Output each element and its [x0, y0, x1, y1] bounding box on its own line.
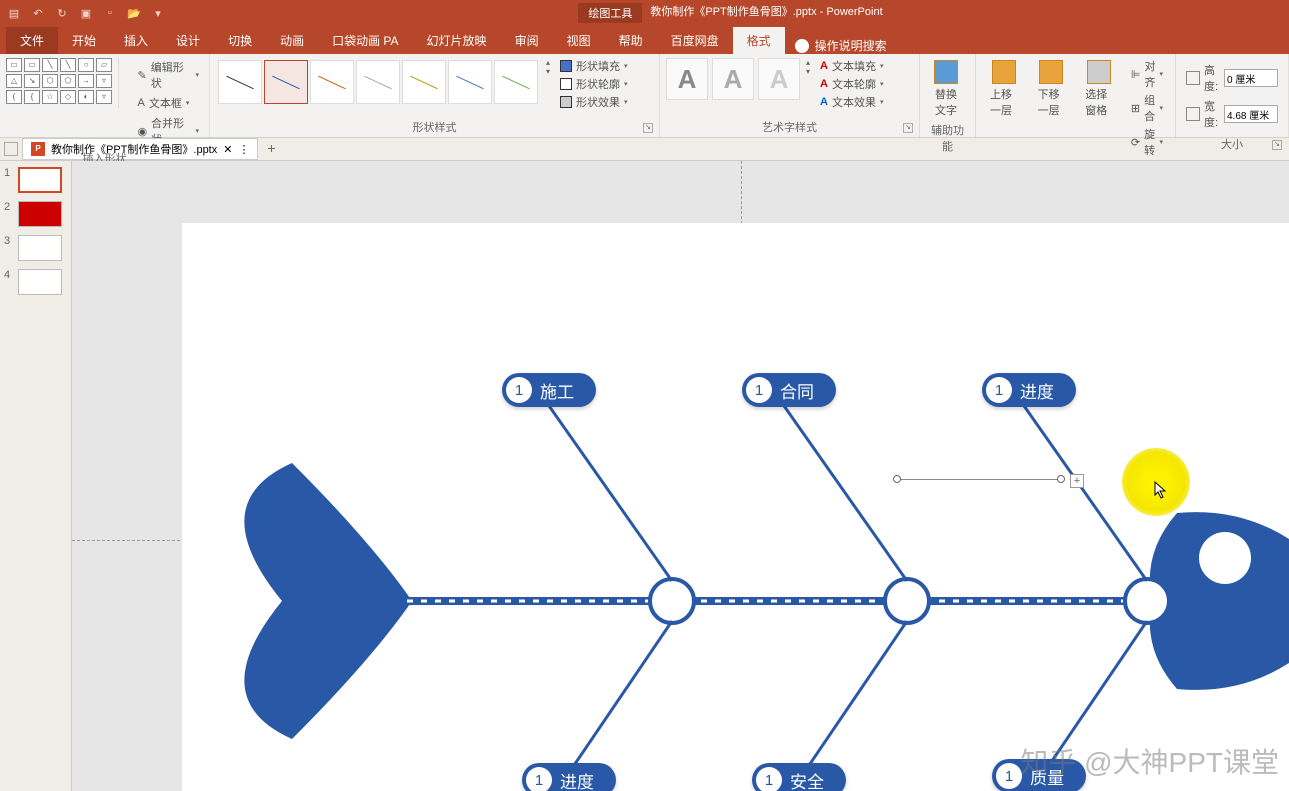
- fishbone-diagram: [182, 223, 1289, 791]
- tab-animations[interactable]: 动画: [266, 27, 318, 54]
- dialog-launcher-icon[interactable]: ↘: [643, 123, 653, 133]
- undo-icon[interactable]: ↶: [30, 5, 46, 21]
- slide-canvas[interactable]: 1施工 1合同 1进度 1进度 1安全 1质量 +: [182, 223, 1289, 791]
- selection-icon: [1087, 60, 1111, 84]
- quick-access-toolbar: ▤ ↶ ↻ ▣ ▫ 📂 ▾: [0, 5, 172, 21]
- tab-format[interactable]: 格式: [733, 27, 785, 54]
- rotate-button[interactable]: ⟳ 旋转▾: [1125, 126, 1169, 158]
- group-label: 形状样式↘: [216, 117, 653, 135]
- text-fill-button[interactable]: A文本填充▾: [820, 58, 883, 74]
- close-tab-icon[interactable]: ✕: [223, 143, 232, 156]
- add-point-icon[interactable]: +: [1070, 474, 1084, 488]
- fishbone-label[interactable]: 1进度: [522, 763, 616, 791]
- tab-review[interactable]: 审阅: [501, 27, 553, 54]
- height-icon: [1186, 71, 1200, 85]
- new-icon[interactable]: ▫: [102, 5, 118, 21]
- tab-insert[interactable]: 插入: [110, 27, 162, 54]
- document-title: 教你制作《PPT制作鱼骨图》.pptx - PowerPoint: [650, 3, 882, 23]
- forward-icon: [992, 60, 1016, 84]
- ribbon: ▭▭╲╲○▱ △↘⬡⬠→▿ ({☆◇◐▿ ✎ 编辑形状 ▾ A 文本框 ▾ ◉ …: [0, 54, 1289, 138]
- dialog-launcher-icon[interactable]: ↘: [1272, 140, 1282, 150]
- group-wordart: A A A ▴▾ A文本填充▾ A文本轮廓▾ A文本效果▾ 艺术字样式↘: [660, 54, 920, 137]
- alt-text-icon: [934, 60, 958, 84]
- shape-effects-button[interactable]: 形状效果▾: [560, 94, 628, 110]
- tab-pocket-anim[interactable]: 口袋动画 PA: [318, 27, 412, 54]
- edit-shape-button[interactable]: ✎ 编辑形状 ▾: [134, 58, 203, 92]
- height-input[interactable]: [1224, 69, 1278, 87]
- tab-baidu[interactable]: 百度网盘: [657, 27, 733, 54]
- width-icon: [1186, 107, 1200, 121]
- tab-slideshow[interactable]: 幻灯片放映: [413, 27, 501, 54]
- redo-icon[interactable]: ↻: [54, 5, 70, 21]
- fishbone-label[interactable]: 1进度: [982, 373, 1076, 407]
- bring-forward-button[interactable]: 上移一层: [982, 58, 1026, 120]
- selected-line-shape[interactable]: +: [898, 479, 1060, 480]
- shape-outline-button[interactable]: 形状轮廓▾: [560, 76, 628, 92]
- add-tab-button[interactable]: +: [262, 140, 280, 158]
- fishbone-label[interactable]: 1施工: [502, 373, 596, 407]
- group-insert-shapes: ▭▭╲╲○▱ △↘⬡⬠→▿ ({☆◇◐▿ ✎ 编辑形状 ▾ A 文本框 ▾ ◉ …: [0, 54, 210, 137]
- titlebar: ▤ ↶ ↻ ▣ ▫ 📂 ▾ 绘图工具 教你制作《PPT制作鱼骨图》.pptx -…: [0, 0, 1289, 26]
- group-button[interactable]: ⊞ 组合▾: [1125, 92, 1169, 124]
- thumbnail-panel: 1 2 3 4: [0, 161, 72, 791]
- open-icon[interactable]: 📂: [126, 5, 142, 21]
- alt-text-button[interactable]: 替换 文字: [926, 58, 966, 120]
- resize-handle[interactable]: [1057, 475, 1065, 483]
- contextual-tab-label: 绘图工具: [578, 3, 642, 23]
- qat-more-icon[interactable]: ▾: [150, 5, 166, 21]
- backward-icon: [1039, 60, 1063, 84]
- bulb-icon: [795, 39, 809, 53]
- text-box-button[interactable]: A 文本框 ▾: [134, 94, 203, 112]
- from-beginning-icon[interactable]: ▣: [78, 5, 94, 21]
- tab-help[interactable]: 帮助: [605, 27, 657, 54]
- tab-file[interactable]: 文件: [6, 27, 58, 54]
- save-icon[interactable]: ▤: [6, 5, 22, 21]
- group-arrange: 上移一层 下移一层 选择窗格 ⊫ 对齐▾ ⊞ 组合▾ ⟳ 旋转▾ 排列: [976, 54, 1176, 137]
- text-effects-button[interactable]: A文本效果▾: [820, 94, 883, 110]
- group-size: 高度: 宽度: 大小↘: [1176, 54, 1289, 137]
- wordart-gallery[interactable]: A A A: [666, 58, 800, 100]
- group-label: 大小↘: [1182, 134, 1282, 152]
- selection-pane-button[interactable]: 选择窗格: [1077, 58, 1121, 120]
- fishbone-label[interactable]: 1合同: [742, 373, 836, 407]
- tab-design[interactable]: 设计: [162, 27, 214, 54]
- width-input[interactable]: [1224, 105, 1278, 123]
- slide-thumbnail[interactable]: 4: [4, 269, 67, 295]
- ribbon-tabs: 文件 开始 插入 设计 切换 动画 口袋动画 PA 幻灯片放映 审阅 视图 帮助…: [0, 26, 1289, 54]
- tab-home[interactable]: 开始: [58, 27, 110, 54]
- slide-editor[interactable]: 1施工 1合同 1进度 1进度 1安全 1质量 + 知乎 @大神PPT课堂: [72, 161, 1289, 791]
- tab-view[interactable]: 视图: [553, 27, 605, 54]
- fishbone-label[interactable]: 1安全: [752, 763, 846, 791]
- dialog-launcher-icon[interactable]: ↘: [903, 123, 913, 133]
- tab-menu-icon[interactable]: ⋮: [238, 143, 249, 156]
- tab-transitions[interactable]: 切换: [214, 27, 266, 54]
- line-style-gallery[interactable]: [216, 58, 540, 106]
- group-shape-styles: ▴▾ 形状填充▾ 形状轮廓▾ 形状效果▾ 形状样式↘: [210, 54, 660, 137]
- watermark: 知乎 @大神PPT课堂: [1020, 741, 1279, 781]
- slide-thumbnail[interactable]: 2: [4, 201, 67, 227]
- tell-me-search[interactable]: 操作说明搜索: [785, 37, 897, 54]
- group-label: 辅助功能: [926, 120, 969, 154]
- cursor-icon: [1154, 481, 1168, 504]
- group-accessibility: 替换 文字 辅助功能: [920, 54, 976, 137]
- main-area: 1 2 3 4: [0, 161, 1289, 791]
- shapes-gallery[interactable]: ▭▭╲╲○▱ △↘⬡⬠→▿ ({☆◇◐▿: [6, 58, 112, 104]
- slide-thumbnail[interactable]: 3: [4, 235, 67, 261]
- align-button[interactable]: ⊫ 对齐▾: [1125, 58, 1169, 90]
- text-outline-button[interactable]: A文本轮廓▾: [820, 76, 883, 92]
- group-label: 艺术字样式↘: [666, 117, 913, 135]
- shape-fill-button[interactable]: 形状填充▾: [560, 58, 628, 74]
- resize-handle[interactable]: [893, 475, 901, 483]
- slide-thumbnail[interactable]: 1: [4, 167, 67, 193]
- send-backward-button[interactable]: 下移一层: [1030, 58, 1074, 120]
